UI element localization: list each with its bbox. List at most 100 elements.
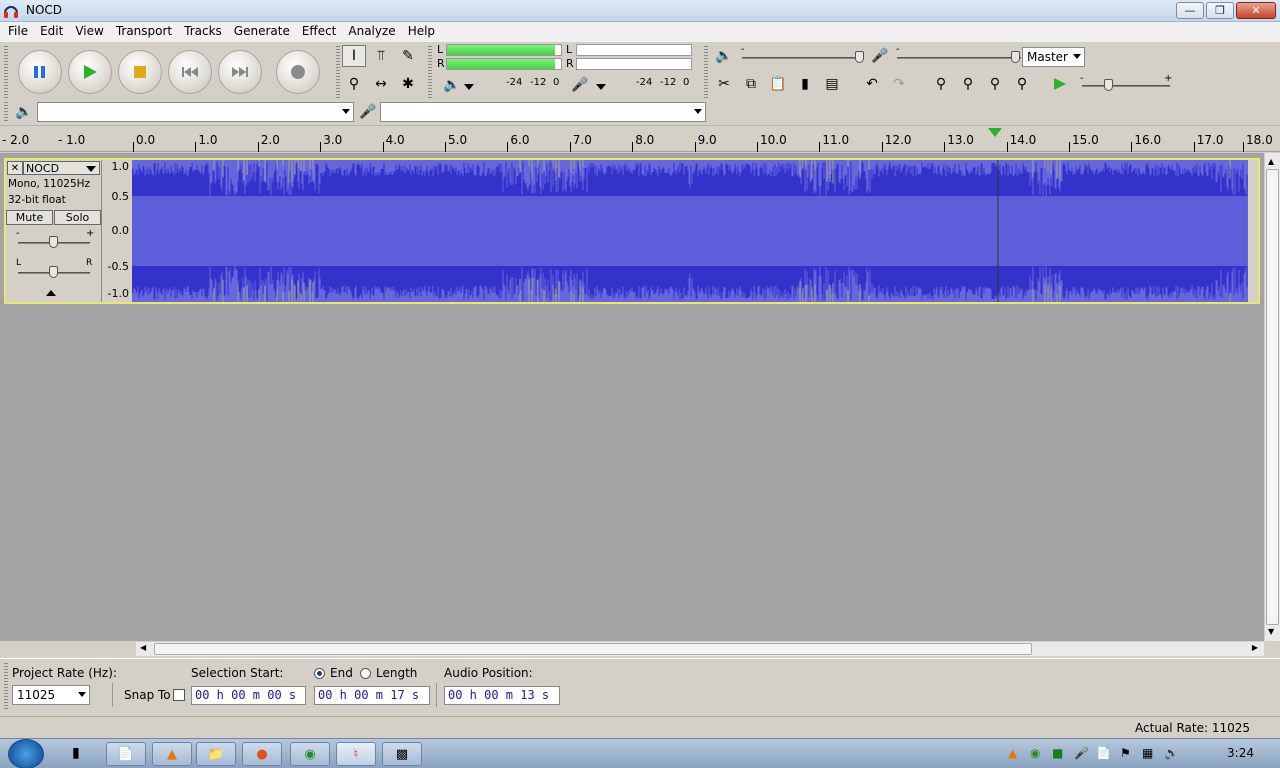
speaker-icon[interactable]: 🔈 (440, 74, 464, 96)
pause-button[interactable] (18, 50, 62, 94)
audio-track[interactable]: ✕ NOCD Mono, 11025Hz 32-bit float Mute S… (4, 158, 1260, 304)
play-speed-thumb[interactable] (1104, 79, 1113, 91)
cut-button[interactable]: ✂ (712, 73, 736, 95)
waveform-display[interactable] (132, 160, 1248, 302)
menu-generate[interactable]: Generate (228, 22, 296, 42)
toolbar-grip[interactable] (4, 102, 8, 122)
menu-edit[interactable]: Edit (34, 22, 69, 42)
undo-button[interactable]: ↶ (860, 73, 884, 95)
trim-button[interactable]: ▮ (793, 73, 817, 95)
play-at-speed-button[interactable] (1048, 73, 1072, 95)
output-volume-slider[interactable] (742, 57, 864, 59)
track-close-button[interactable]: ✕ (7, 161, 23, 175)
toolbar-grip[interactable] (704, 46, 708, 98)
selection-start-field[interactable]: 00 h 00 m 00 s (191, 686, 306, 705)
track-name-menu[interactable]: NOCD (23, 161, 100, 175)
pan-thumb[interactable] (49, 266, 58, 278)
taskbar-app-vlc[interactable]: ▲ (152, 742, 192, 766)
play-meter-menu-arrow[interactable] (464, 84, 474, 90)
menu-file[interactable]: File (2, 22, 34, 42)
audio-position-field[interactable]: 00 h 00 m 13 s (444, 686, 560, 705)
microphone-tray-icon[interactable]: 🎤 (1074, 746, 1089, 760)
input-device-select[interactable] (380, 102, 706, 122)
scroll-up-icon[interactable]: ▲ (1268, 157, 1274, 166)
input-volume-slider[interactable] (897, 57, 1021, 59)
show-desktop-icon[interactable]: ▮ (72, 745, 80, 761)
output-device-select[interactable] (37, 102, 354, 122)
stop-button[interactable] (118, 50, 162, 94)
scroll-left-icon[interactable]: ◀ (140, 643, 146, 652)
record-button[interactable] (276, 50, 320, 94)
toolbar-grip[interactable] (4, 663, 8, 711)
document-tray-icon[interactable]: 📄 (1096, 746, 1111, 760)
taskbar-app-firefox[interactable]: ● (242, 742, 282, 766)
menu-transport[interactable]: Transport (110, 22, 178, 42)
output-source-select[interactable]: Master (1022, 47, 1085, 67)
track-area[interactable]: ✕ NOCD Mono, 11025Hz 32-bit float Mute S… (0, 153, 1264, 641)
horizontal-scroll-thumb[interactable] (154, 643, 1032, 655)
input-volume-thumb[interactable] (1011, 51, 1020, 63)
start-button[interactable] (8, 739, 44, 768)
microphone-icon[interactable]: 🎤 (568, 74, 592, 96)
toolbar-grip[interactable] (336, 46, 340, 98)
length-radio[interactable] (360, 668, 371, 679)
network-globe-tray-icon[interactable]: ◉ (1030, 746, 1040, 760)
selection-end-field[interactable]: 00 h 00 m 17 s (314, 686, 430, 705)
menu-view[interactable]: View (69, 22, 109, 42)
play-meter-right[interactable] (446, 58, 562, 70)
output-volume-thumb[interactable] (855, 51, 864, 63)
vertical-scrollbar[interactable]: ▲ ▼ (1264, 153, 1280, 641)
copy-button[interactable]: ⧉ (739, 73, 763, 95)
menu-tracks[interactable]: Tracks (178, 22, 228, 42)
menu-help[interactable]: Help (402, 22, 441, 42)
menu-effect[interactable]: Effect (296, 22, 343, 42)
fit-selection-button[interactable]: ⚲ (983, 73, 1007, 95)
timeline-ruler[interactable]: - 2.0 - 1.0 0.0 1.0 2.0 3.0 4.0 5.0 6.0 7.0 8.0 9.0… (0, 128, 1280, 152)
toolbar-grip[interactable] (4, 46, 8, 98)
play-button[interactable] (68, 50, 112, 94)
mute-button[interactable]: Mute (6, 210, 53, 225)
play-meter-left[interactable] (446, 44, 562, 56)
silence-button[interactable]: ▤ (820, 73, 844, 95)
end-radio[interactable] (314, 668, 325, 679)
redo-button[interactable]: ↷ (887, 73, 911, 95)
skip-start-button[interactable] (168, 50, 212, 94)
network-tray-icon[interactable]: ▦ (1142, 746, 1153, 760)
selection-tool[interactable]: I (342, 45, 366, 67)
menu-analyze[interactable]: Analyze (342, 22, 401, 42)
play-speed-slider[interactable] (1082, 85, 1170, 87)
flag-tray-icon[interactable]: ⚑ (1120, 746, 1131, 760)
taskbar-app-explorer[interactable]: 📁 (196, 742, 236, 766)
vertical-scroll-thumb[interactable] (1266, 169, 1279, 625)
skip-end-button[interactable] (218, 50, 262, 94)
multi-tool[interactable]: ✱ (396, 73, 420, 95)
timeshift-tool[interactable]: ↔ (369, 73, 393, 95)
minimize-button[interactable]: — (1176, 2, 1204, 19)
rec-meter-menu-arrow[interactable] (596, 84, 606, 90)
collapse-track-icon[interactable] (46, 290, 56, 296)
rec-meter-right[interactable] (576, 58, 692, 70)
vlc-tray-icon[interactable]: ▲ (1008, 746, 1017, 760)
scroll-down-icon[interactable]: ▼ (1268, 627, 1274, 636)
zoom-tool[interactable]: ⚲ (342, 73, 366, 95)
volume-tray-icon[interactable]: 🔈 (1164, 746, 1179, 760)
taskbar-app-notepad[interactable]: 📄 (106, 742, 146, 766)
draw-tool[interactable]: ✎ (396, 45, 420, 67)
taskbar-app-audacity[interactable]: ♮ (336, 742, 376, 766)
maximize-button[interactable]: ❐ (1206, 2, 1234, 19)
project-rate-select[interactable]: 11025 (12, 685, 90, 705)
fit-project-button[interactable]: ⚲ (1010, 73, 1034, 95)
horizontal-scrollbar[interactable]: ◀ ▶ (136, 642, 1264, 656)
gain-thumb[interactable] (49, 236, 58, 248)
green-tray-icon[interactable]: ■ (1052, 746, 1063, 760)
envelope-tool[interactable]: ⫪ (369, 45, 393, 67)
scroll-right-icon[interactable]: ▶ (1252, 643, 1258, 652)
taskbar-app-terminal[interactable]: ▩ (382, 742, 422, 766)
toolbar-grip[interactable] (428, 46, 432, 98)
rec-meter-left[interactable] (576, 44, 692, 56)
snap-to-checkbox[interactable] (173, 689, 185, 701)
paste-button[interactable]: 📋 (766, 73, 790, 95)
zoom-in-button[interactable]: ⚲ (929, 73, 953, 95)
close-button[interactable]: ✕ (1236, 2, 1276, 19)
solo-button[interactable]: Solo (54, 210, 101, 225)
